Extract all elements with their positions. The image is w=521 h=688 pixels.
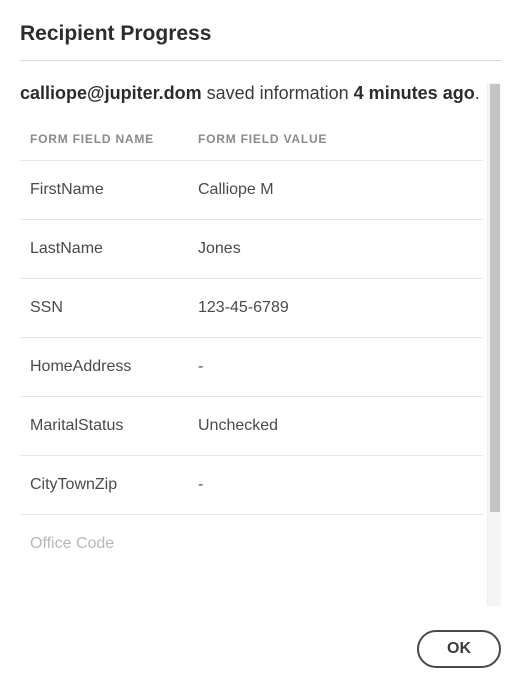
field-value: 123-45-6789: [198, 299, 483, 317]
field-name: MaritalStatus: [30, 417, 198, 435]
field-name: SSN: [30, 299, 198, 317]
status-email: calliope@jupiter.dom: [20, 83, 202, 103]
field-name: FirstName: [30, 181, 198, 199]
scrollbar[interactable]: [487, 83, 501, 606]
field-name: Office Code: [30, 535, 198, 553]
content-row: calliope@jupiter.dom saved information 4…: [20, 83, 501, 606]
field-value: -: [198, 358, 483, 376]
field-value: -: [198, 476, 483, 494]
table-row: MaritalStatus Unchecked: [20, 396, 483, 455]
table-header: Form Field Name Form Field Value: [20, 132, 483, 160]
field-value: Unchecked: [198, 417, 483, 435]
field-name: LastName: [30, 240, 198, 258]
table-row: LastName Jones: [20, 219, 483, 278]
column-header-value: Form Field Value: [198, 132, 483, 146]
table-row: CityTownZip -: [20, 455, 483, 514]
dialog-footer: OK: [20, 622, 501, 668]
content-area: calliope@jupiter.dom saved information 4…: [20, 83, 483, 606]
recipient-progress-dialog: Recipient Progress calliope@jupiter.dom …: [0, 0, 521, 688]
column-header-name: Form Field Name: [30, 132, 198, 146]
form-fields-table: Form Field Name Form Field Value FirstNa…: [20, 132, 483, 553]
divider: [20, 60, 501, 61]
status-line: calliope@jupiter.dom saved information 4…: [20, 83, 483, 104]
table-row: Office Code: [20, 514, 483, 553]
status-time: 4 minutes ago: [354, 83, 475, 103]
fade-mask: [20, 580, 483, 606]
table-row: FirstName Calliope M: [20, 160, 483, 219]
field-value: Jones: [198, 240, 483, 258]
field-value: Calliope M: [198, 181, 483, 199]
table-row: HomeAddress -: [20, 337, 483, 396]
field-name: HomeAddress: [30, 358, 198, 376]
status-suffix: .: [475, 83, 480, 103]
field-name: CityTownZip: [30, 476, 198, 494]
scrollbar-thumb[interactable]: [490, 84, 500, 512]
table-row: SSN 123-45-6789: [20, 278, 483, 337]
dialog-title: Recipient Progress: [20, 22, 501, 46]
status-middle: saved information: [202, 83, 354, 103]
ok-button[interactable]: OK: [417, 630, 501, 668]
